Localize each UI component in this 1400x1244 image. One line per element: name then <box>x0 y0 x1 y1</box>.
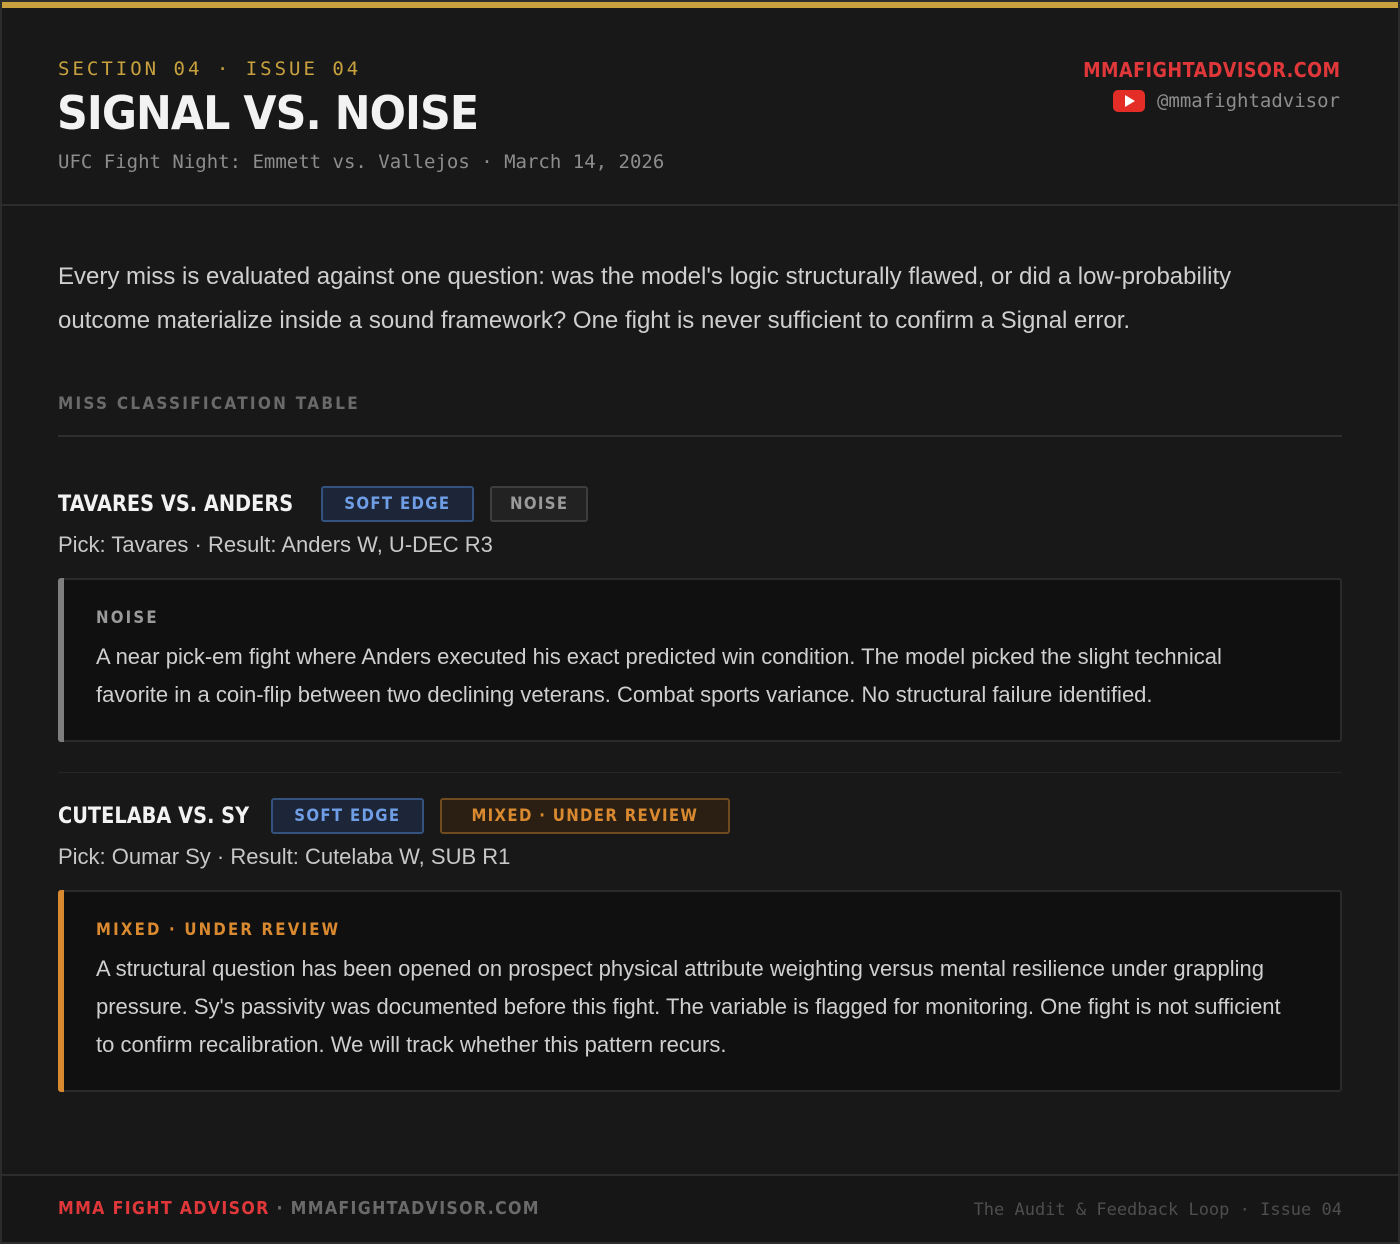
verdict-label: NOISE <box>96 608 159 628</box>
entry-header: TAVARES VS. ANDERS SOFT EDGE NOISE <box>58 486 1342 522</box>
intro-paragraph: Every miss is evaluated against one ques… <box>58 263 1232 334</box>
youtube-handle-link[interactable]: @mmafightadvisor <box>1112 90 1340 112</box>
pick-result: Pick: Oumar Sy · Result: Cutelaba W, SUB… <box>58 844 511 869</box>
youtube-icon <box>1112 90 1145 112</box>
verdict-accent-bar <box>58 578 64 742</box>
verdict-card: NOISE A near pick-em fight where Anders … <box>58 578 1342 742</box>
entry-divider <box>58 772 1342 773</box>
mixed-review-badge: MIXED · UNDER REVIEW <box>439 798 730 834</box>
header: SECTION 04 · ISSUE 04 SIGNAL VS. NOISE U… <box>2 8 1398 206</box>
footer: MMA FIGHT ADVISOR · MMAFIGHTADVISOR.COM … <box>2 1174 1398 1242</box>
entry-title: TAVARES VS. ANDERS <box>58 491 294 517</box>
soft-edge-badge: SOFT EDGE <box>271 798 424 834</box>
section-divider <box>58 435 1342 437</box>
footer-site-link[interactable]: MMAFIGHTADVISOR.COM <box>291 1198 540 1219</box>
section-eyebrow: SECTION 04 · ISSUE 04 <box>58 58 362 80</box>
footer-separator: · <box>269 1198 291 1219</box>
entry-title: CUTELABA VS. SY <box>58 803 250 829</box>
footer-brand: MMA FIGHT ADVISOR <box>58 1198 270 1219</box>
entry-header: CUTELABA VS. SY SOFT EDGE MIXED · UNDER … <box>58 798 1342 834</box>
pick-result: Pick: Tavares · Result: Anders W, U-DEC … <box>58 532 493 557</box>
page-title: SIGNAL VS. NOISE <box>57 86 479 140</box>
brand-site-link[interactable]: MMAFIGHTADVISOR.COM <box>1083 58 1340 82</box>
newsletter-page: SECTION 04 · ISSUE 04 SIGNAL VS. NOISE U… <box>0 0 1400 1244</box>
verdict-label: MIXED · UNDER REVIEW <box>96 920 341 940</box>
footer-issue-label: The Audit & Feedback Loop · Issue 04 <box>973 1200 1342 1220</box>
footer-brand-line: MMA FIGHT ADVISOR · MMAFIGHTADVISOR.COM <box>58 1198 540 1219</box>
verdict-text: A near pick-em fight where Anders execut… <box>96 644 1222 707</box>
event-subtitle: UFC Fight Night: Emmett vs. Vallejos · M… <box>58 151 665 173</box>
handle-text: @mmafightadvisor <box>1156 90 1340 112</box>
miss-entry: CUTELABA VS. SY SOFT EDGE MIXED · UNDER … <box>58 798 1342 1092</box>
section-label: MISS CLASSIFICATION TABLE <box>58 394 360 414</box>
verdict-text: A structural question has been opened on… <box>96 956 1281 1057</box>
noise-badge: NOISE <box>489 486 589 522</box>
verdict-accent-bar <box>58 890 64 1092</box>
soft-edge-badge: SOFT EDGE <box>321 486 474 522</box>
miss-entry: TAVARES VS. ANDERS SOFT EDGE NOISE Pick:… <box>58 486 1342 742</box>
verdict-card: MIXED · UNDER REVIEW A structural questi… <box>58 890 1342 1092</box>
